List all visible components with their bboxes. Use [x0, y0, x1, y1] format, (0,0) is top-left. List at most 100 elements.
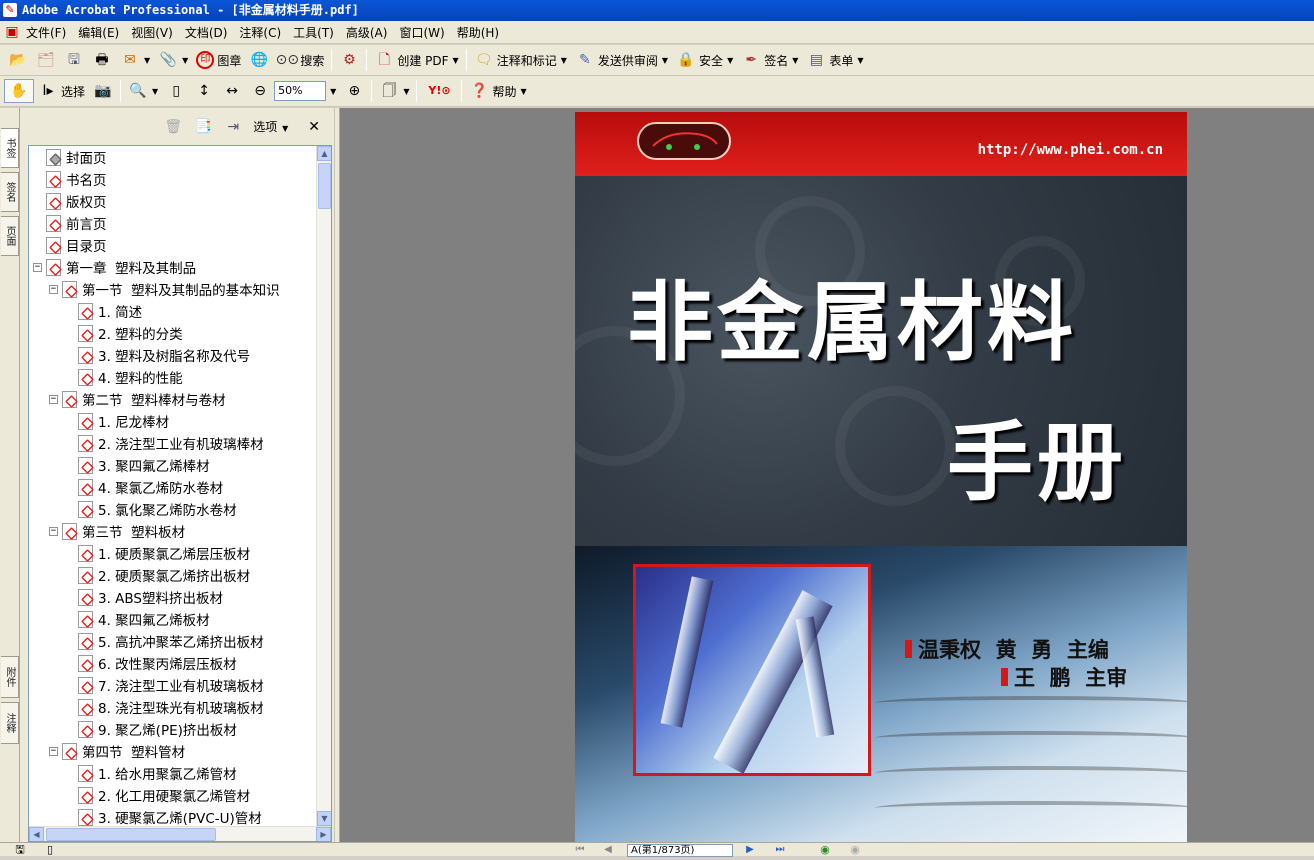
bookmark-item[interactable]: 1. 尼龙棒材 — [78, 410, 169, 432]
bookmark-item[interactable]: 3. 塑料及树脂名称及代号 — [78, 344, 250, 366]
new-bookmark-icon[interactable]: 📑 — [193, 117, 213, 137]
next-page-icon[interactable]: ▶ — [740, 840, 760, 860]
bookmark-item[interactable]: 4. 塑料的性能 — [78, 366, 183, 388]
go-forward-icon[interactable]: ◉ — [845, 840, 865, 860]
zoom-in-button[interactable]: ⊕ — [340, 79, 368, 103]
save-button[interactable]: 🖫 — [60, 48, 88, 72]
zoom-out-button[interactable]: ⊖ — [246, 79, 274, 103]
bookmark-item[interactable]: 1. 简述 — [78, 300, 142, 322]
bookmark-item[interactable]: 4. 聚四氟乙烯板材 — [78, 608, 210, 630]
fit-width-button[interactable]: ↔ — [218, 79, 246, 103]
bookmark-item[interactable]: 1. 给水用聚氯乙烯管材 — [78, 762, 237, 784]
bookmark-item[interactable]: − 第一章 塑料及其制品 — [33, 256, 196, 278]
forms-button[interactable]: ▤ 表单 ▼ — [802, 48, 867, 72]
scroll-up-icon[interactable]: ▲ — [317, 146, 331, 161]
help-button[interactable]: ❓ 帮助 ▼ — [465, 79, 530, 103]
bookmark-item[interactable]: − 第四节 塑料管材 — [49, 740, 185, 762]
scroll-down-icon[interactable]: ▼ — [317, 811, 331, 826]
bookmark-item[interactable]: − 第一节 塑料及其制品的基本知识 — [49, 278, 280, 300]
comment-markup-button[interactable]: 🗨 注释和标记 ▼ — [470, 48, 571, 72]
actual-size-button[interactable]: ▯ — [162, 79, 190, 103]
stamp-button[interactable]: 印图章 — [192, 48, 245, 72]
zoom-input[interactable]: 50% — [274, 81, 327, 101]
security-button[interactable]: 🔒 安全 ▼ — [672, 48, 737, 72]
collapse-toggle-icon[interactable]: − — [49, 746, 58, 756]
collapse-toggle-icon[interactable]: − — [33, 262, 42, 272]
first-page-icon[interactable]: ⏮ — [570, 840, 590, 860]
bookmark-item[interactable]: 3. 硬聚氯乙烯(PVC-U)管材 — [78, 806, 262, 826]
tab-bookmarks[interactable]: 书签 — [1, 128, 19, 168]
scroll-thumb[interactable] — [318, 163, 331, 209]
close-panel-icon[interactable]: ✕ — [308, 119, 320, 135]
page-status-icon[interactable]: ▯ — [40, 840, 60, 860]
collapse-toggle-icon[interactable]: − — [49, 284, 58, 294]
tab-attachments[interactable]: 附件 — [1, 656, 19, 698]
bookmark-item[interactable]: 5. 高抗冲聚苯乙烯挤出板材 — [78, 630, 264, 652]
collapse-toggle-icon[interactable]: − — [49, 526, 58, 536]
scroll-right-icon[interactable]: ▶ — [316, 827, 331, 841]
bookmark-item[interactable]: 3. 聚四氟乙烯棒材 — [78, 454, 210, 476]
bookmark-item[interactable]: 版权页 — [46, 190, 107, 212]
tab-comments[interactable]: 注释 — [1, 702, 19, 744]
bookmark-item[interactable]: 2. 浇注型工业有机玻璃棒材 — [78, 432, 264, 454]
menu-edit[interactable]: 编辑(E) — [72, 24, 125, 41]
expand-bookmark-icon[interactable]: ⇥ — [223, 117, 243, 137]
delete-icon[interactable]: 🗑 — [163, 117, 183, 137]
bookmark-item[interactable]: 8. 浇注型珠光有机玻璃板材 — [78, 696, 264, 718]
attach-button[interactable]: 📎 ▼ — [154, 48, 192, 72]
yahoo-button[interactable]: Y!⊙ — [420, 79, 458, 103]
menu-document[interactable]: 文档(D) — [179, 24, 234, 41]
vertical-scrollbar[interactable]: ▲ ▼ — [316, 146, 331, 826]
menu-file[interactable]: 文件(F) — [20, 24, 72, 41]
tab-pages[interactable]: 页面 — [1, 216, 19, 256]
bookmark-item[interactable]: 书名页 — [46, 168, 107, 190]
hscroll-thumb[interactable] — [46, 828, 216, 841]
menu-comments[interactable]: 注释(C) — [233, 24, 287, 41]
bookmark-item[interactable]: 2. 硬质聚氯乙烯挤出板材 — [78, 564, 250, 586]
bookmark-item[interactable]: 2. 塑料的分类 — [78, 322, 183, 344]
send-review-button[interactable]: ✎ 发送供审阅 ▼ — [571, 48, 672, 72]
bookmark-item[interactable]: 目录页 — [46, 234, 107, 256]
last-page-icon[interactable]: ⏭ — [770, 840, 790, 860]
email-button[interactable]: ✉ ▼ — [116, 48, 154, 72]
page-number-field[interactable]: A(第1/873页) — [627, 844, 733, 857]
bookmark-item[interactable]: 2. 化工用硬聚氯乙烯管材 — [78, 784, 250, 806]
bookmark-item[interactable]: 9. 聚乙烯(PE)挤出板材 — [78, 718, 237, 740]
menu-window[interactable]: 窗口(W) — [393, 24, 450, 41]
save-status-icon[interactable]: 🖫 — [10, 840, 30, 860]
search-button[interactable]: ⊙⊙ 搜索 — [273, 48, 328, 72]
bookmark-item[interactable]: 封面页 — [46, 146, 107, 168]
fit-page-button[interactable]: ↕ — [190, 79, 218, 103]
zoom-tool-button[interactable]: 🔍 ▼ — [124, 79, 162, 103]
bookmark-item[interactable]: 6. 改性聚丙烯层压板材 — [78, 652, 237, 674]
bookmark-item[interactable]: 前言页 — [46, 212, 107, 234]
globe-button[interactable]: 🌐 — [245, 48, 273, 72]
pdf-settings-button[interactable]: ⚙ — [335, 48, 363, 72]
hand-tool-button[interactable]: ✋ — [4, 79, 34, 103]
go-back-icon[interactable]: ◉ — [815, 840, 835, 860]
prev-page-icon[interactable]: ◀ — [598, 840, 618, 860]
sign-button[interactable]: ✒ 签名 ▼ — [737, 48, 802, 72]
rotate-button[interactable]: 🗍 ▼ — [375, 79, 413, 103]
bookmark-item[interactable]: − 第三节 塑料板材 — [49, 520, 185, 542]
select-tool-button[interactable]: I▸ 选择 — [34, 79, 89, 103]
bookmark-item[interactable]: 4. 聚氯乙烯防水卷材 — [78, 476, 223, 498]
menu-tools[interactable]: 工具(T) — [287, 24, 340, 41]
menu-view[interactable]: 视图(V) — [125, 24, 179, 41]
bookmark-item[interactable]: 1. 硬质聚氯乙烯层压板材 — [78, 542, 250, 564]
document-view[interactable]: http://www.phei.com.cn 非金属材料 手册 温秉权 黄 勇 … — [340, 108, 1314, 842]
zoom-dropdown-arrow-icon[interactable]: ▼ — [330, 87, 336, 96]
bookmark-item[interactable]: − 第二节 塑料棒材与卷材 — [49, 388, 226, 410]
collapse-toggle-icon[interactable]: − — [49, 394, 58, 404]
tab-signatures[interactable]: 签名 — [1, 172, 19, 212]
menu-help[interactable]: 帮助(H) — [451, 24, 505, 41]
organizer-button[interactable]: 🗂 — [32, 48, 60, 72]
horizontal-scrollbar[interactable]: ◀ ▶ — [29, 826, 331, 841]
create-pdf-button[interactable]: 🗋 创建 PDF ▼ — [370, 48, 462, 72]
options-menu[interactable]: 选项 ▼ — [253, 118, 288, 135]
bookmark-item[interactable]: 3. ABS塑料挤出板材 — [78, 586, 223, 608]
menu-advanced[interactable]: 高级(A) — [340, 24, 394, 41]
open-button[interactable]: 📂 — [4, 48, 32, 72]
bookmark-item[interactable]: 7. 浇注型工业有机玻璃板材 — [78, 674, 264, 696]
bookmark-item[interactable]: 5. 氯化聚乙烯防水卷材 — [78, 498, 237, 520]
